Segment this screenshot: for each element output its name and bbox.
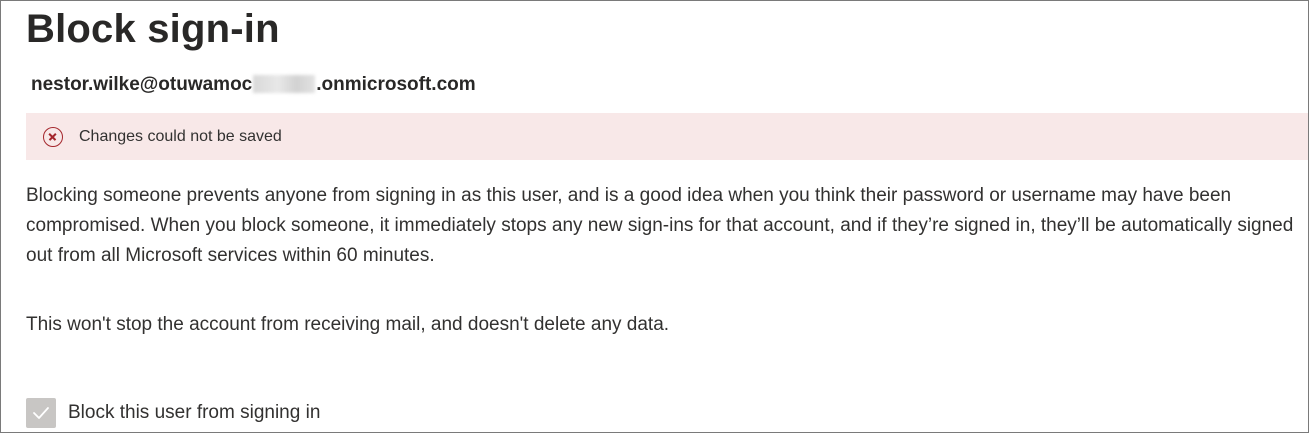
- checkmark-icon: [33, 407, 49, 419]
- block-user-checkbox[interactable]: [26, 398, 56, 428]
- redacted-text: [253, 75, 316, 93]
- user-email: nestor.wilke@otuwamoc .onmicrosoft.com: [31, 74, 476, 96]
- block-description: Blocking someone prevents anyone from si…: [26, 185, 1294, 266]
- user-email-suffix: .onmicrosoft.com: [316, 74, 476, 95]
- block-note: This won't stop the account from receivi…: [26, 314, 670, 335]
- block-signin-panel: Block sign-in nestor.wilke@otuwamoc .onmi…: [0, 0, 1309, 433]
- page-title: Block sign-in: [26, 7, 280, 51]
- error-message-text: Changes could not be saved: [79, 127, 282, 145]
- error-circle-icon: [43, 126, 63, 147]
- block-user-checkbox-row[interactable]: Block this user from signing in: [26, 398, 320, 428]
- block-user-checkbox-label: Block this user from signing in: [68, 402, 321, 423]
- user-email-prefix: nestor.wilke@otuwamoc: [31, 74, 253, 95]
- error-message-bar: Changes could not be saved: [26, 113, 1308, 160]
